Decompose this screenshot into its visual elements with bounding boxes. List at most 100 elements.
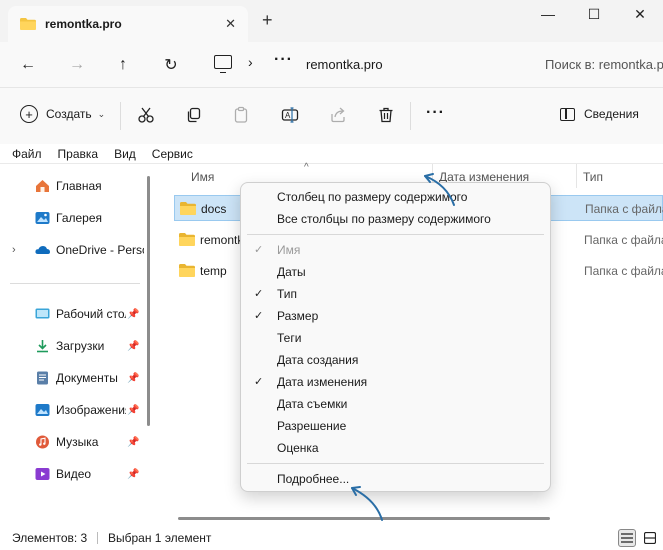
address-bar[interactable]: remontka.pro: [306, 57, 383, 72]
folder-icon: [180, 202, 196, 215]
menu-item-column-dates[interactable]: Даты: [241, 261, 550, 283]
menu-item-label: Теги: [277, 331, 302, 345]
column-header-type[interactable]: Тип: [583, 170, 603, 184]
menu-item-column-date-created[interactable]: Дата создания: [241, 349, 550, 371]
plus-icon: +: [20, 105, 38, 123]
menu-item-column-date-taken[interactable]: Дата съемки: [241, 393, 550, 415]
menu-separator: [247, 234, 544, 235]
navigation-pane: Главная Галерея › OneDrive - Personal Ра…: [0, 164, 152, 526]
sort-ascending-icon: ^: [304, 162, 309, 173]
checkmark-icon: ✓: [254, 376, 264, 388]
share-icon[interactable]: [327, 104, 349, 126]
column-header-name[interactable]: Имя: [191, 170, 214, 184]
sidebar-item-home[interactable]: Главная: [0, 174, 145, 198]
tiles-view-button[interactable]: [641, 529, 659, 547]
cut-icon[interactable]: [135, 104, 157, 126]
pin-icon[interactable]: 📌: [127, 309, 139, 320]
search-input[interactable]: Поиск в: remontka.pro: [545, 57, 663, 72]
sidebar-item-gallery[interactable]: Галерея: [0, 206, 145, 230]
breadcrumb-overflow-button[interactable]: ···: [274, 51, 293, 69]
menu-view[interactable]: Вид: [114, 147, 136, 161]
menu-separator: [247, 463, 544, 464]
sidebar-item-downloads[interactable]: Загрузки 📌: [0, 334, 145, 358]
pin-icon[interactable]: 📌: [127, 437, 139, 448]
copy-icon[interactable]: [183, 104, 205, 126]
menu-item-size-all-columns-to-fit[interactable]: Все столбцы по размеру содержимого: [241, 208, 550, 230]
more-options-button[interactable]: ···: [426, 104, 445, 122]
menu-item-label: Даты: [277, 265, 306, 279]
sidebar-item-label: OneDrive - Personal: [56, 243, 144, 257]
sidebar-scrollbar[interactable]: [147, 176, 150, 426]
column-divider[interactable]: [576, 164, 577, 188]
menu-item-label: Тип: [277, 287, 298, 301]
sidebar-item-label: Изображения: [56, 403, 126, 417]
menu-item-label: Дата создания: [277, 353, 359, 367]
details-view-button[interactable]: [618, 529, 636, 547]
pin-icon[interactable]: 📌: [127, 469, 139, 480]
menu-item-label: Оценка: [277, 441, 319, 455]
file-name: docs: [201, 202, 227, 216]
menu-item-column-date-modified[interactable]: ✓ Дата изменения: [241, 371, 550, 393]
tab-remontka[interactable]: remontka.pro ✕: [8, 6, 248, 42]
pin-icon[interactable]: 📌: [127, 405, 139, 416]
back-button[interactable]: ←: [15, 52, 41, 78]
svg-text:A: A: [285, 111, 291, 120]
menu-item-column-rating[interactable]: Оценка: [241, 437, 550, 459]
menu-edit[interactable]: Правка: [58, 147, 99, 161]
classic-menu-bar: Файл Правка Вид Сервис: [0, 144, 663, 164]
menu-item-label: Размер: [277, 309, 319, 323]
minimize-button[interactable]: —: [530, 6, 566, 28]
tab-close-icon[interactable]: ✕: [225, 16, 236, 32]
menu-item-column-type[interactable]: ✓ Тип: [241, 283, 550, 305]
file-name: temp: [200, 264, 227, 278]
menu-item-label: Дата изменения: [277, 375, 368, 389]
sidebar-item-label: Галерея: [56, 211, 103, 225]
command-bar: + Создать ⌄ A ··· Сведения: [0, 88, 663, 144]
menu-item-column-name[interactable]: ✓ Имя: [241, 239, 550, 261]
details-view-icon: [621, 533, 633, 543]
sidebar-item-pictures[interactable]: Изображения 📌: [0, 398, 145, 422]
delete-icon[interactable]: [375, 104, 397, 126]
refresh-button[interactable]: ↻: [158, 52, 184, 78]
horizontal-scrollbar[interactable]: [178, 517, 550, 520]
sidebar-item-documents[interactable]: Документы 📌: [0, 366, 145, 390]
menu-file[interactable]: Файл: [12, 147, 42, 161]
videos-icon: [35, 468, 50, 480]
sidebar-item-onedrive[interactable]: › OneDrive - Personal: [0, 238, 145, 262]
forward-button[interactable]: →: [64, 52, 90, 78]
menu-item-column-dimensions[interactable]: Разрешение: [241, 415, 550, 437]
tab-title: remontka.pro: [45, 17, 122, 31]
chevron-right-icon[interactable]: ›: [12, 244, 16, 256]
onedrive-icon: [35, 246, 50, 254]
menu-item-column-tags[interactable]: Теги: [241, 327, 550, 349]
maximize-button[interactable]: ☐: [576, 6, 612, 28]
details-pane-button[interactable]: Сведения: [560, 107, 639, 121]
create-button[interactable]: + Создать ⌄: [20, 105, 105, 123]
sidebar-item-music[interactable]: Музыка 📌: [0, 430, 145, 454]
this-pc-icon[interactable]: [214, 55, 232, 73]
create-label: Создать: [46, 107, 92, 121]
up-button[interactable]: ↑: [110, 52, 136, 78]
rename-icon[interactable]: A: [279, 104, 301, 126]
tiles-view-icon: [644, 532, 656, 544]
file-type: Папка с файлами: [584, 264, 663, 278]
menu-item-more-columns[interactable]: Подробнее...: [241, 468, 550, 490]
sidebar-item-videos[interactable]: Видео 📌: [0, 462, 145, 486]
downloads-icon: [37, 340, 48, 353]
sidebar-item-label: Видео: [56, 467, 92, 481]
chevron-right-icon[interactable]: ›: [248, 54, 253, 70]
status-divider: [97, 532, 98, 544]
folder-icon: [20, 18, 36, 30]
pin-icon[interactable]: 📌: [127, 341, 139, 352]
desktop-icon: [35, 308, 50, 319]
sidebar-divider: [10, 283, 140, 284]
close-window-button[interactable]: ✕: [622, 6, 658, 28]
sidebar-item-desktop[interactable]: Рабочий стол 📌: [0, 302, 145, 326]
paste-icon[interactable]: [230, 104, 252, 126]
menu-item-column-size[interactable]: ✓ Размер: [241, 305, 550, 327]
pin-icon[interactable]: 📌: [127, 373, 139, 384]
menu-item-size-column-to-fit[interactable]: Столбец по размеру содержимого: [241, 186, 550, 208]
sidebar-item-label: Музыка: [56, 435, 99, 449]
menu-tools[interactable]: Сервис: [152, 147, 193, 161]
new-tab-button[interactable]: +: [262, 10, 273, 31]
